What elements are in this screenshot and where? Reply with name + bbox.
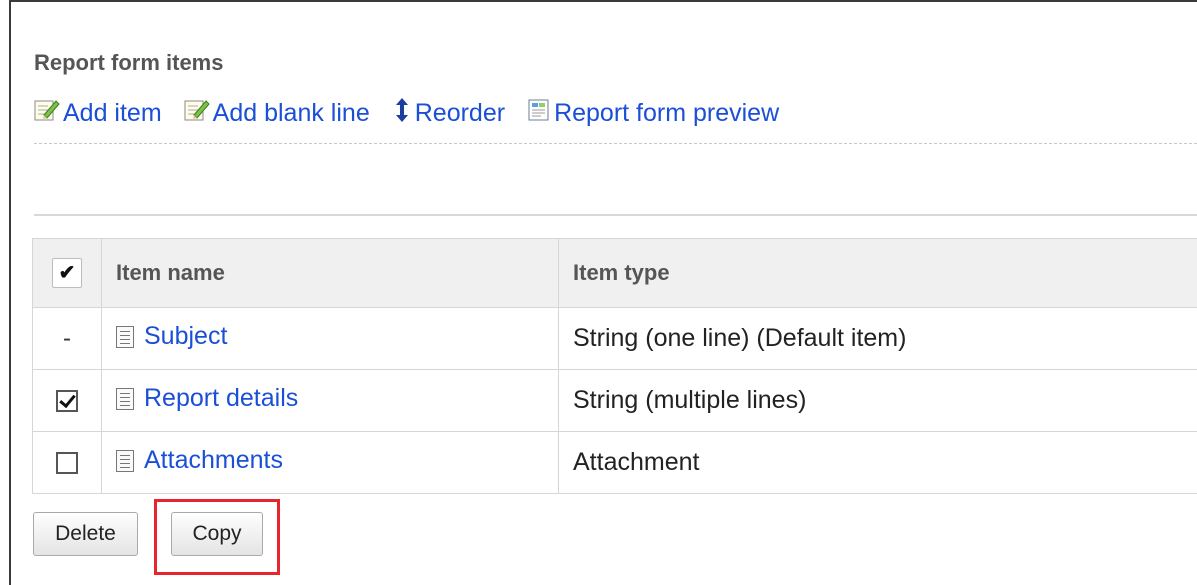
toolbar-divider bbox=[34, 143, 1197, 144]
row-check-cell bbox=[32, 431, 102, 494]
item-link-attachments[interactable]: Attachments bbox=[116, 446, 283, 475]
item-name-cell: Attachments bbox=[101, 431, 559, 494]
preview-icon bbox=[527, 98, 551, 129]
item-name-cell: Report details bbox=[101, 369, 559, 432]
add-blank-line-link[interactable]: Add blank line bbox=[184, 98, 370, 129]
table-row: Report details String (multiple lines) bbox=[32, 369, 1197, 432]
document-icon bbox=[116, 325, 134, 348]
items-table: ✔ Item name Item type - Subject String (… bbox=[32, 238, 1197, 494]
row-check-cell bbox=[32, 369, 102, 432]
reorder-label: Reorder bbox=[414, 98, 506, 127]
add-item-label: Add item bbox=[63, 98, 162, 127]
delete-button[interactable]: Delete bbox=[33, 512, 138, 556]
row-check-cell: - bbox=[32, 307, 102, 370]
edit-icon bbox=[34, 98, 60, 129]
item-link-report-details[interactable]: Report details bbox=[116, 384, 298, 413]
report-form-preview-label: Report form preview bbox=[554, 98, 780, 127]
table-header-row: ✔ Item name Item type bbox=[32, 238, 1197, 308]
not-selectable-dash: - bbox=[63, 325, 71, 352]
toolbar: Add item Add blank line Reorder Report f… bbox=[34, 95, 801, 131]
item-type-cell: String (one line) (Default item) bbox=[558, 307, 1197, 370]
item-type-cell: String (multiple lines) bbox=[558, 369, 1197, 432]
row-checkbox-checked[interactable] bbox=[56, 390, 78, 413]
copy-highlight-box bbox=[154, 499, 280, 575]
section-title: Report form items bbox=[34, 50, 224, 75]
item-name-cell: Subject bbox=[101, 307, 559, 370]
table-top-divider bbox=[34, 214, 1197, 216]
item-name-label: Report details bbox=[144, 384, 299, 413]
add-item-link[interactable]: Add item bbox=[34, 98, 162, 129]
column-header-item-type: Item type bbox=[558, 238, 1197, 308]
reorder-link[interactable]: Reorder bbox=[392, 97, 505, 130]
table-row: Attachments Attachment bbox=[32, 431, 1197, 494]
add-blank-line-label: Add blank line bbox=[212, 98, 370, 127]
item-link-subject[interactable]: Subject bbox=[116, 322, 227, 351]
edit-icon bbox=[184, 98, 210, 129]
document-icon bbox=[116, 449, 134, 472]
table-row: - Subject String (one line) (Default ite… bbox=[32, 307, 1197, 370]
report-form-preview-link[interactable]: Report form preview bbox=[527, 98, 779, 129]
column-header-item-name: Item name bbox=[101, 238, 559, 308]
document-icon bbox=[116, 387, 134, 410]
row-checkbox-unchecked[interactable] bbox=[56, 452, 78, 475]
item-name-label: Attachments bbox=[144, 446, 283, 475]
select-all-toggle[interactable]: ✔ bbox=[52, 258, 82, 288]
item-name-label: Subject bbox=[144, 322, 228, 351]
select-all-header: ✔ bbox=[32, 238, 102, 308]
reorder-arrows-icon bbox=[392, 97, 412, 130]
item-type-cell: Attachment bbox=[558, 431, 1197, 494]
